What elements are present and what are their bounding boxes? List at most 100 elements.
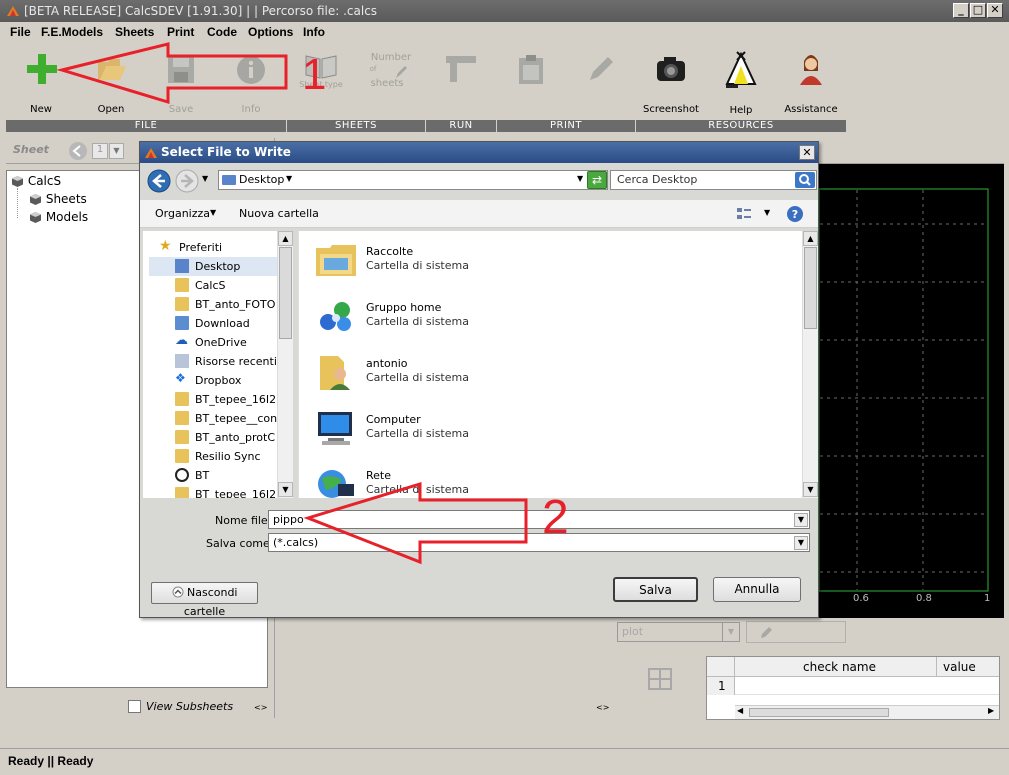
new-folder-button[interactable]: Nuova cartella [239, 207, 319, 220]
user-folder-icon [320, 356, 350, 390]
nav-bt-label: BT [195, 469, 210, 482]
dialog-close-button[interactable]: ✕ [799, 145, 815, 160]
save-button[interactable]: Salva [613, 577, 698, 602]
menu-options[interactable]: Options [248, 25, 293, 39]
folder-icon [175, 278, 189, 292]
nav-download[interactable]: Download [149, 314, 293, 333]
scroll-down-icon[interactable]: ▼ [278, 482, 293, 497]
back-icon[interactable] [146, 169, 172, 193]
menu-file[interactable]: File [10, 25, 31, 39]
file-item-gruppo-home[interactable]: Gruppo home Cartella di sistema [310, 294, 610, 344]
view-subsheets-checkbox[interactable] [128, 700, 141, 713]
nav-resilio-sync[interactable]: Resilio Sync [149, 447, 293, 466]
nav-favorites[interactable]: ★ Preferiti [149, 238, 293, 257]
run-button[interactable] [426, 48, 496, 118]
file-scroll-thumb[interactable] [804, 247, 817, 329]
cancel-button[interactable]: Annulla [713, 577, 801, 602]
search-box[interactable]: Cerca Desktop [610, 170, 817, 190]
print-button[interactable] [496, 48, 566, 118]
tree-item-models[interactable]: Models [29, 210, 88, 224]
refresh-icon[interactable]: ⇄ [587, 171, 607, 189]
nav-bt-anto-protc[interactable]: BT_anto_protC [149, 428, 293, 447]
hide-folders-button[interactable]: Nascondi cartelle [151, 582, 258, 618]
maximize-button[interactable]: □ [970, 3, 986, 18]
table-grid-icon[interactable] [648, 668, 672, 690]
organize-button[interactable]: Organizza [155, 207, 210, 220]
file-name: Computer [366, 413, 421, 426]
plot-dropdown-arrow[interactable]: ▼ [722, 622, 740, 642]
file-list-scrollbar[interactable]: ▲ ▼ [802, 231, 818, 498]
scroll-right-icon[interactable]: ▶ [988, 706, 994, 715]
view-dropdown-icon[interactable]: ▼ [764, 208, 770, 217]
scroll-up-icon[interactable]: ▲ [803, 231, 818, 246]
plot-edit-button[interactable] [746, 621, 846, 643]
plot-select-field[interactable]: plot [617, 622, 739, 642]
hide-folders-label: Nascondi cartelle [183, 586, 238, 618]
close-window-button[interactable]: ✕ [987, 3, 1003, 18]
nav-bt[interactable]: BT [149, 466, 293, 485]
check-table-hscroll[interactable]: ◀ ▶ [735, 705, 999, 719]
scroll-left-icon[interactable]: ◀ [737, 706, 743, 715]
dropbox-icon: ❖ [175, 371, 186, 385]
file-item-computer[interactable]: Computer Cartella di sistema [310, 406, 610, 456]
nav-bt-tepee-contab[interactable]: BT_tepee__contab [149, 409, 293, 428]
scroll-up-icon[interactable]: ▲ [278, 231, 293, 246]
homegroup-icon [320, 302, 351, 331]
file-type: Cartella di sistema [366, 259, 469, 272]
tree-root[interactable]: CalcS [11, 174, 61, 188]
sheet-dropdown-arrow[interactable]: ▼ [109, 143, 124, 159]
recent-places-icon [175, 354, 189, 368]
group-file: FILE [6, 120, 286, 132]
nav-scrollbar[interactable]: ▲ ▼ [277, 231, 293, 498]
nav-calcs[interactable]: CalcS [149, 276, 293, 295]
menu-sheets[interactable]: Sheets [115, 25, 154, 39]
menu-print[interactable]: Print [167, 25, 194, 39]
address-crumb-arrow-icon[interactable]: ▼ [286, 174, 292, 183]
nav-bt-tepee-2[interactable]: BT_tepee_16I27G [149, 485, 293, 498]
menu-info[interactable]: Info [303, 25, 325, 39]
matlab-app-icon [7, 6, 19, 16]
sheet-index-field[interactable]: 1 [92, 143, 108, 159]
left-splitter-arrows[interactable]: <> [254, 703, 267, 712]
nav-bt-anto-foto[interactable]: BT_anto_FOTO [149, 295, 293, 314]
check-table: check name value 1 ◀ ▶ [706, 656, 1000, 720]
edit-button[interactable] [566, 48, 636, 118]
filename-dropdown-icon[interactable]: ▼ [794, 513, 808, 527]
nav-dropbox[interactable]: ❖ Dropbox [149, 371, 293, 390]
nav-desktop-label: Desktop [195, 260, 241, 273]
tree-item-sheets[interactable]: Sheets [29, 192, 87, 206]
tree-item-sheets-label: Sheets [45, 192, 87, 206]
assistance-button[interactable]: Assistance [776, 48, 846, 118]
nav-desktop[interactable]: Desktop [149, 257, 293, 276]
tree-root-label: CalcS [27, 174, 62, 188]
file-item-raccolte[interactable]: Raccolte Cartella di sistema [310, 238, 610, 288]
history-dropdown-icon[interactable]: ▼ [202, 174, 208, 183]
group-sheets: SHEETS [287, 120, 425, 132]
menu-code[interactable]: Code [207, 25, 237, 39]
nav-favorites-label: Preferiti [179, 241, 223, 254]
search-button[interactable] [795, 172, 815, 188]
file-item-antonio[interactable]: antonio Cartella di sistema [310, 350, 610, 400]
screenshot-button[interactable]: Screenshot [636, 48, 706, 118]
matlab-app-icon [145, 148, 157, 158]
savetype-dropdown-icon[interactable]: ▼ [794, 536, 808, 550]
dialog-title: Select File to Write [161, 145, 291, 159]
nav-bt-tepee-1[interactable]: BT_tepee_16I27G [149, 390, 293, 409]
middle-splitter-arrows[interactable]: <> [596, 703, 609, 712]
forward-icon[interactable] [174, 169, 200, 193]
nav-onedrive[interactable]: ☁ OneDrive [149, 333, 293, 352]
minimize-button[interactable]: _ [953, 3, 969, 18]
menu-fe-models[interactable]: F.E.Models [41, 25, 103, 39]
scroll-thumb[interactable] [749, 708, 889, 717]
address-dropdown-icon[interactable]: ▼ [577, 174, 583, 183]
organize-dropdown-icon[interactable]: ▼ [210, 208, 216, 217]
number-of-sheets-button[interactable]: Number of sheets [356, 48, 426, 118]
help-circle-icon[interactable]: ? [786, 205, 804, 223]
help-button[interactable]: Help [706, 48, 776, 118]
sheet-back-icon[interactable] [68, 141, 88, 161]
scroll-down-icon[interactable]: ▼ [803, 482, 818, 497]
nav-recent[interactable]: Risorse recenti [149, 352, 293, 371]
address-bar[interactable]: Desktop ▼ ▼ [218, 170, 608, 190]
nav-scroll-thumb[interactable] [279, 247, 292, 339]
view-options-icon[interactable] [736, 206, 752, 222]
